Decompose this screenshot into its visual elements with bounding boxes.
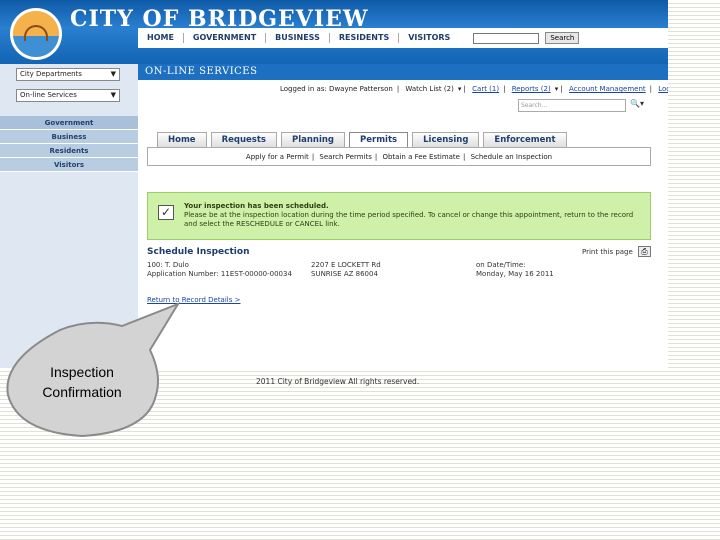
dropdown-arrow-icon: ▼ xyxy=(110,91,116,99)
application-number: Application Number: 11EST-00000-00034 xyxy=(147,270,292,278)
account-management-link[interactable]: Account Management xyxy=(569,85,646,93)
fee-estimate-link[interactable]: Obtain a Fee Estimate xyxy=(382,153,460,161)
schedule-inspection-link[interactable]: Schedule an Inspection xyxy=(471,153,553,161)
tab-home[interactable]: Home xyxy=(157,132,207,148)
inspection-info-col3: on Date/Time: Monday, May 16 2011 xyxy=(476,261,554,279)
search-permits-link[interactable]: Search Permits xyxy=(319,153,371,161)
nav-home[interactable]: HOME xyxy=(138,33,184,43)
nav-visitors[interactable]: VISITORS xyxy=(399,33,459,43)
sidebar-item-business[interactable]: Business xyxy=(0,130,138,144)
date-time-label: on Date/Time: xyxy=(476,261,526,269)
reports-link[interactable]: Reports (2) xyxy=(512,85,551,93)
address-line1: 2207 E LOCKETT Rd xyxy=(311,261,381,269)
nav-residents[interactable]: RESIDENTS xyxy=(330,33,400,43)
cart-link[interactable]: Cart (1) xyxy=(472,85,499,93)
print-page-link[interactable]: Print this page xyxy=(582,248,633,256)
city-departments-dropdown[interactable]: City Departments ▼ xyxy=(16,68,120,81)
inspection-info-col1: 100: T. Dulo Application Number: 11EST-0… xyxy=(147,261,292,279)
apply-permit-link[interactable]: Apply for a Permit xyxy=(246,153,309,161)
callout-line2: Confirmation xyxy=(42,384,122,400)
site-search-button[interactable]: Search xyxy=(545,32,580,44)
tab-enforcement[interactable]: Enforcement xyxy=(483,132,567,148)
permit-subnav: Apply for a Permit | Search Permits | Obta… xyxy=(147,147,651,166)
printer-icon[interactable]: ⎙ xyxy=(638,246,651,257)
top-navigation: HOME GOVERNMENT BUSINESS RESIDENTS VISIT… xyxy=(138,28,668,48)
online-services-bar: ON-LINE SERVICES xyxy=(138,64,668,80)
footer-copyright: 2011 City of Bridgeview All rights reser… xyxy=(256,377,420,386)
date-time-value: Monday, May 16 2011 xyxy=(476,270,554,278)
notice-message: Your inspection has been scheduled. Plea… xyxy=(184,202,642,229)
nav-business[interactable]: BUSINESS xyxy=(266,33,330,43)
nav-government[interactable]: GOVERNMENT xyxy=(184,33,267,43)
address-line2: SUNRISE AZ 86004 xyxy=(311,270,378,278)
sidebar-item-residents[interactable]: Residents xyxy=(0,144,138,158)
search-icon[interactable]: 🔍▾ xyxy=(630,99,644,108)
sidebar-item-visitors[interactable]: Visitors xyxy=(0,158,138,172)
watch-list-link[interactable]: Watch List (2) xyxy=(405,85,453,93)
tab-requests[interactable]: Requests xyxy=(210,132,277,148)
success-notice: ✓ Your inspection has been scheduled. Pl… xyxy=(147,192,651,240)
sidebar-item-government[interactable]: Government xyxy=(0,116,138,130)
site-banner: CITY OF BRIDGEVIEW HOME GOVERNMENT BUSIN… xyxy=(0,0,668,64)
user-bar: Logged in as: Dwayne Patterson | Watch Li… xyxy=(280,85,668,93)
inspection-info-col2: 2207 E LOCKETT Rd SUNRISE AZ 86004 xyxy=(311,261,381,279)
return-to-record-link[interactable]: Return to Record Details > xyxy=(147,296,240,304)
dropdown-label: On-line Services xyxy=(20,91,77,99)
services-search-input[interactable]: Search... xyxy=(518,99,626,112)
notice-line2: Please be at the inspection location dur… xyxy=(184,211,634,228)
dropdown-arrow-icon: ▼ xyxy=(110,70,116,78)
browser-screenshot: CITY OF BRIDGEVIEW HOME GOVERNMENT BUSIN… xyxy=(0,0,668,368)
sidebar: City Departments ▼ On-line Services ▼ Go… xyxy=(0,64,138,368)
logout-link[interactable]: Logout xyxy=(658,85,668,93)
logged-in-text: Logged in as: Dwayne Patterson xyxy=(280,85,393,93)
dropdown-label: City Departments xyxy=(20,70,82,78)
schedule-inspection-title: Schedule Inspection xyxy=(147,247,250,257)
notice-line1: Your inspection has been scheduled. xyxy=(184,202,329,210)
tab-licensing[interactable]: Licensing xyxy=(412,132,480,148)
checkmark-icon: ✓ xyxy=(158,205,174,220)
site-search-input[interactable] xyxy=(473,32,540,44)
side-menu: Government Business Residents Visitors xyxy=(0,116,138,172)
inspection-type: 100: T. Dulo xyxy=(147,261,189,269)
city-seal-logo[interactable] xyxy=(10,8,62,60)
callout-label: Inspection Confirmation xyxy=(12,362,152,402)
online-services-dropdown[interactable]: On-line Services ▼ xyxy=(16,89,120,102)
tab-planning[interactable]: Planning xyxy=(280,132,346,148)
callout-line1: Inspection xyxy=(50,364,114,380)
